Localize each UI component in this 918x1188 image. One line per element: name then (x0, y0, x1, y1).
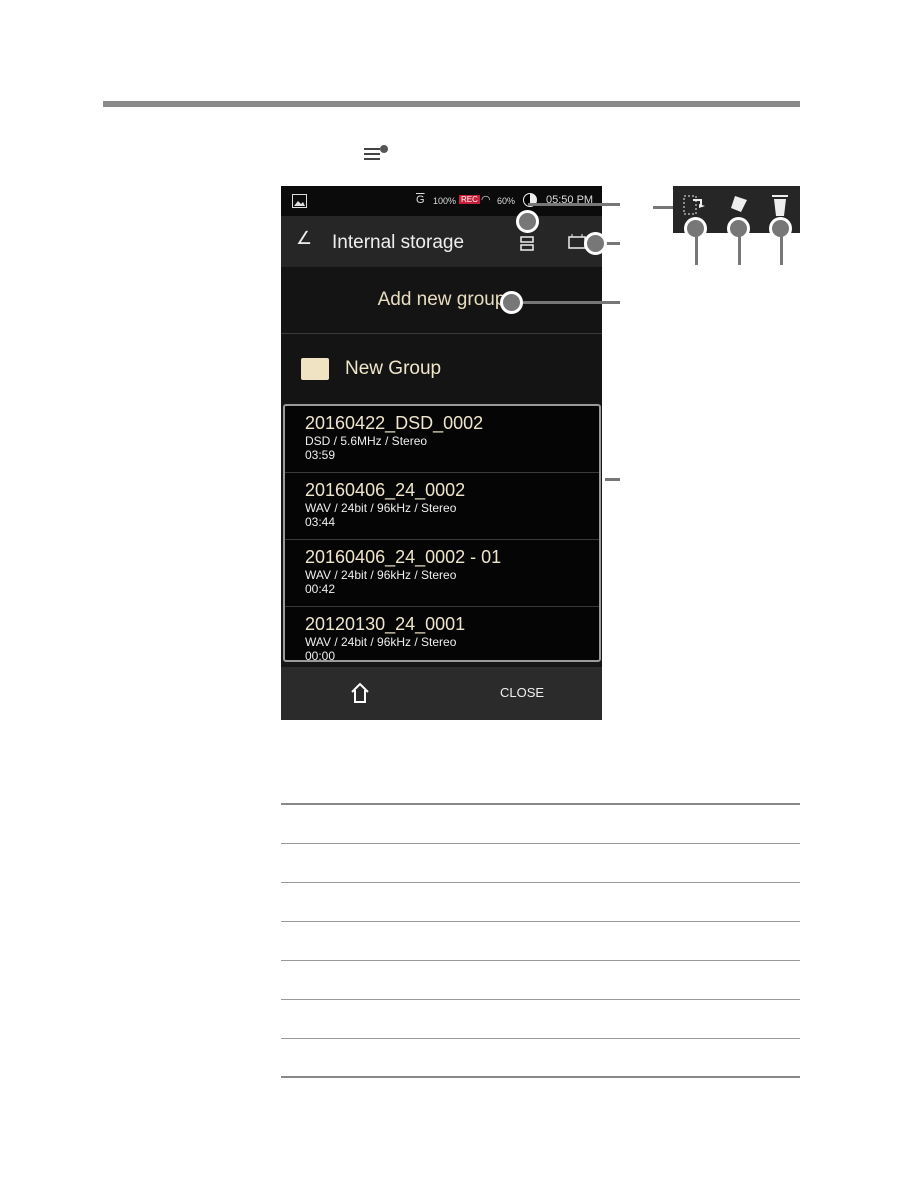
file-format: DSD / 5.6MHz / Stereo (305, 434, 428, 448)
file-duration: 00:42 (305, 582, 336, 596)
close-button[interactable]: CLOSE (500, 685, 544, 700)
table-rule (281, 1038, 800, 1039)
table-rule (281, 921, 800, 922)
file-duration: 03:59 (305, 448, 336, 462)
gain-indicator: G (416, 194, 425, 206)
table-rule (281, 960, 800, 961)
header-rule (103, 101, 800, 107)
table-rule (281, 1076, 800, 1078)
wifi-icon: ◠ (481, 194, 491, 206)
home-icon[interactable] (349, 681, 371, 705)
menu-icon (364, 145, 388, 160)
callout-line (738, 235, 741, 265)
device-screen: G 100% REC ◠ 60% 05:50 PM ∠ Internal sto… (281, 186, 602, 720)
list-item[interactable]: 20160422_DSD_0002 DSD / 5.6MHz / Stereo 03… (285, 406, 599, 473)
callout-line (528, 203, 620, 206)
table-rule (281, 882, 800, 883)
file-name: 20160422_DSD_0002 (305, 413, 484, 433)
image-icon (292, 194, 307, 208)
manual-page: G 100% REC ◠ 60% 05:50 PM ∠ Internal sto… (0, 0, 918, 1188)
wifi-level: 60% (497, 196, 516, 206)
list-item[interactable]: 20160406_24_0002 - 01 WAV / 24bit / 96kHz… (285, 540, 599, 607)
move-icon (683, 195, 705, 215)
callout-marker (584, 232, 607, 255)
group-item[interactable]: New Group (281, 334, 602, 402)
group-name: New Group (345, 358, 442, 379)
file-format: WAV / 24bit / 96kHz / Stereo (305, 635, 457, 649)
back-icon[interactable]: ∠ (296, 228, 312, 249)
file-list: 20160422_DSD_0002 DSD / 5.6MHz / Stereo 03… (283, 404, 601, 662)
file-name: 20160406_24_0002 (305, 480, 466, 500)
file-name: 20120130_24_0001 (305, 614, 466, 634)
rec-badge: REC (459, 195, 480, 204)
table-rule (281, 843, 800, 844)
callout-line (653, 206, 673, 209)
rename-icon (731, 196, 747, 212)
file-format: WAV / 24bit / 96kHz / Stereo (305, 501, 457, 515)
status-bar: G 100% REC ◠ 60% 05:50 PM (281, 186, 602, 216)
page-title: Internal storage (332, 232, 465, 253)
battery-level: 100% (433, 196, 457, 206)
callout-line (512, 301, 620, 304)
file-duration: 00:00 (305, 649, 336, 662)
callout-line (605, 478, 620, 481)
callout-line (780, 235, 783, 265)
table-rule (281, 999, 800, 1000)
list-item[interactable]: 20120130_24_0001 WAV / 24bit / 96kHz / St… (285, 607, 599, 662)
app-header: ∠ Internal storage (281, 216, 602, 267)
file-duration: 03:44 (305, 515, 336, 529)
bottom-bar: CLOSE (281, 667, 602, 720)
folder-icon (301, 358, 329, 380)
trash-icon (772, 195, 788, 216)
file-format: WAV / 24bit / 96kHz / Stereo (305, 568, 457, 582)
callout-line (695, 235, 698, 265)
list-item[interactable]: 20160406_24_0002 WAV / 24bit / 96kHz / St… (285, 473, 599, 540)
callout-marker (516, 210, 539, 233)
file-name: 20160406_24_0002 - 01 (305, 547, 502, 567)
callout-marker (500, 291, 523, 314)
select-icon[interactable] (519, 230, 537, 252)
table-rule (281, 803, 800, 805)
